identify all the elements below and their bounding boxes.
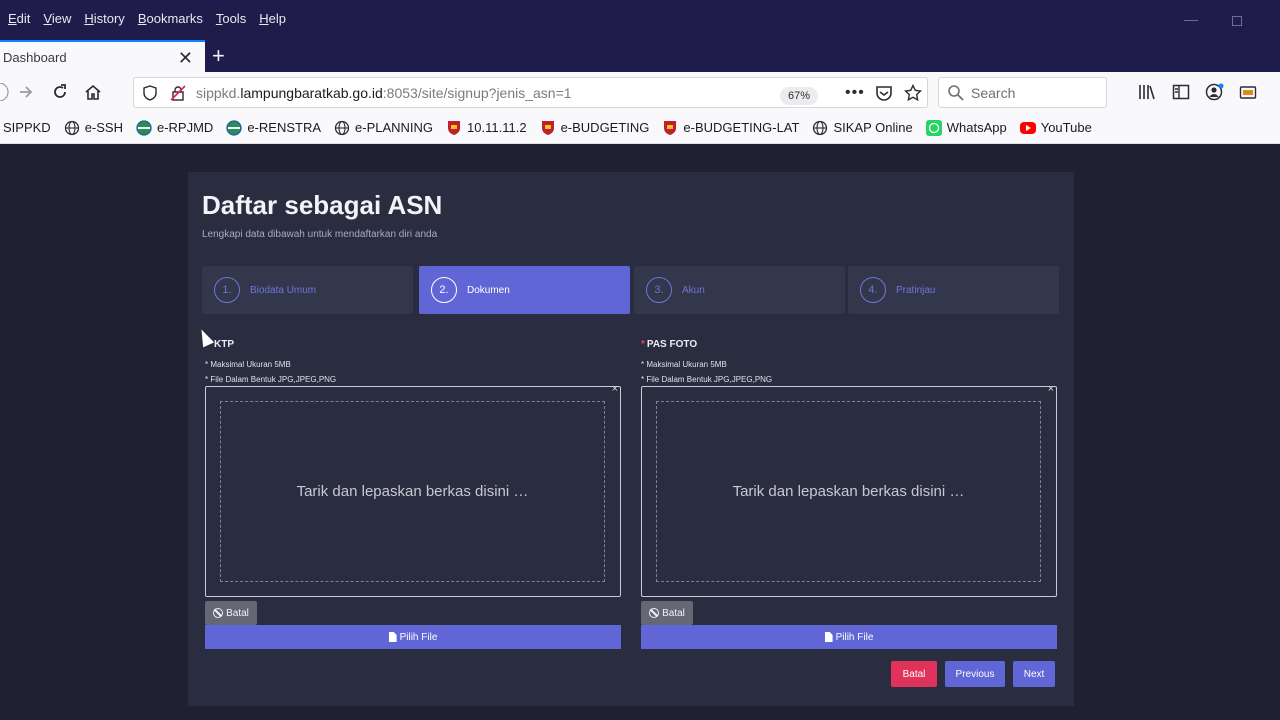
minimize-icon[interactable] xyxy=(1184,12,1198,21)
shield-icon xyxy=(540,120,556,136)
menu-bookmarks[interactable]: Bookmarks xyxy=(138,11,203,26)
account-icon[interactable] xyxy=(1205,83,1225,106)
url-text[interactable]: sippkd.lampungbaratkab.go.id:8053/site/s… xyxy=(196,85,572,101)
menu-help[interactable]: Help xyxy=(259,11,286,26)
pocket-icon[interactable] xyxy=(875,84,893,107)
pas-foto-format-note: * File Dalam Bentuk JPG,JPEG,PNG xyxy=(641,375,773,384)
forward-icon[interactable] xyxy=(14,80,38,104)
bookmark-e-budgeting[interactable]: e-BUDGETING xyxy=(540,120,649,136)
page-title: Daftar sebagai ASN xyxy=(202,190,443,220)
globe-icon xyxy=(334,120,350,136)
tab-title: Dashboard xyxy=(3,49,67,65)
reload-icon[interactable] xyxy=(48,80,72,104)
step-label: Dokumen xyxy=(467,284,510,296)
extension-icon[interactable] xyxy=(1239,83,1257,106)
page-actions-icon[interactable]: ••• xyxy=(845,84,865,102)
pas-foto-size-note: * Maksimal Ukuran 5MB xyxy=(641,360,727,369)
ban-icon xyxy=(213,608,224,618)
new-tab-icon[interactable]: + xyxy=(212,43,225,69)
ktp-cancel-button[interactable]: Batal xyxy=(205,601,257,625)
search-input[interactable] xyxy=(971,84,1091,101)
bookmarks-toolbar: SIPPKD e-SSH e-RPJMD e-RENSTRA e-PLANNIN… xyxy=(0,112,1280,144)
step-label: Akun xyxy=(682,284,705,296)
cancel-button[interactable]: Batal xyxy=(891,661,937,687)
close-tab-icon[interactable]: ✕ xyxy=(178,48,193,69)
bookmark-youtube[interactable]: YouTube xyxy=(1019,120,1092,135)
bookmark-10-11-11-2[interactable]: 10.11.11.2 xyxy=(446,120,527,136)
ktp-dropzone[interactable]: × Tarik dan lepaskan berkas disini … xyxy=(205,383,621,597)
menu-edit[interactable]: Edit xyxy=(8,11,30,26)
bookmark-e-budgeting-lat[interactable]: e-BUDGETING-LAT xyxy=(662,120,799,136)
site-icon xyxy=(136,119,152,136)
url-bar[interactable]: sippkd.lampungbaratkab.go.id:8053/site/s… xyxy=(133,77,928,108)
ktp-size-note: * Maksimal Ukuran 5MB xyxy=(205,360,291,369)
menu-tools[interactable]: Tools xyxy=(216,11,246,26)
tab-strip: Dashboard ✕ + xyxy=(0,36,1280,72)
step-number: 3. xyxy=(646,277,672,303)
ktp-drop-text: Tarik dan lepaskan berkas disini … xyxy=(220,401,605,582)
ktp-label: KTP xyxy=(214,339,234,350)
nav-bar: sippkd.lampungbaratkab.go.id:8053/site/s… xyxy=(0,72,1280,112)
restore-icon[interactable] xyxy=(1232,16,1242,26)
signup-card: Daftar sebagai ASN Lengkapi data dibawah… xyxy=(188,172,1074,706)
bookmark-whatsapp[interactable]: WhatsApp xyxy=(925,119,1007,136)
bookmark-e-renstra[interactable]: e-RENSTRA xyxy=(226,119,321,136)
home-icon[interactable] xyxy=(81,80,105,104)
remove-file-icon[interactable]: × xyxy=(1048,383,1054,395)
pas-foto-cancel-button[interactable]: Batal xyxy=(641,601,693,625)
pas-foto-choose-file-button[interactable]: Pilih File xyxy=(641,625,1057,649)
bookmark-e-ssh[interactable]: e-SSH xyxy=(64,120,123,136)
youtube-icon xyxy=(1019,121,1036,134)
pas-foto-dropzone[interactable]: × Tarik dan lepaskan berkas disini … xyxy=(641,383,1057,597)
menu-bar: Edit View History Bookmarks Tools Help xyxy=(0,0,1280,36)
page-subtitle: Lengkapi data dibawah untuk mendaftarkan… xyxy=(202,229,438,240)
library-icon[interactable] xyxy=(1138,83,1156,106)
step-number: 4. xyxy=(860,277,886,303)
sidebar-icon[interactable] xyxy=(1172,83,1190,106)
step-number: 2. xyxy=(431,277,457,303)
ktp-choose-file-button[interactable]: Pilih File xyxy=(205,625,621,649)
menu-history[interactable]: History xyxy=(84,11,124,26)
ban-icon xyxy=(649,608,660,618)
step-biodata-umum[interactable]: 1. Biodata Umum xyxy=(202,266,413,314)
search-bar[interactable] xyxy=(938,77,1107,108)
shield-icon xyxy=(446,120,462,136)
step-number: 1. xyxy=(214,277,240,303)
step-label: Pratinjau xyxy=(896,284,936,296)
pas-foto-drop-text: Tarik dan lepaskan berkas disini … xyxy=(656,401,1041,582)
pas-foto-label: * PAS FOTO xyxy=(641,339,698,350)
step-dokumen[interactable]: 2. Dokumen xyxy=(419,266,630,314)
bookmark-e-rpjmd[interactable]: e-RPJMD xyxy=(136,119,213,136)
tab-dashboard[interactable]: Dashboard ✕ xyxy=(0,40,205,72)
file-icon xyxy=(824,632,833,642)
remove-file-icon[interactable]: × xyxy=(612,383,618,395)
zoom-indicator[interactable]: 67% xyxy=(780,87,819,105)
site-icon xyxy=(226,119,242,136)
bookmark-star-icon[interactable] xyxy=(903,83,923,107)
insecure-lock-icon[interactable] xyxy=(170,85,186,106)
shield-icon xyxy=(662,120,678,136)
step-akun[interactable]: 3. Akun xyxy=(634,266,845,314)
file-icon xyxy=(388,632,397,642)
search-icon xyxy=(947,84,965,107)
whatsapp-icon xyxy=(925,119,942,136)
globe-icon xyxy=(812,120,828,136)
step-label: Biodata Umum xyxy=(250,284,317,296)
shield-icon[interactable] xyxy=(142,85,158,106)
bookmark-sippkd[interactable]: SIPPKD xyxy=(3,120,51,135)
step-pratinjau[interactable]: 4. Pratinjau xyxy=(848,266,1059,314)
globe-icon xyxy=(64,120,80,136)
previous-button[interactable]: Previous xyxy=(945,661,1005,687)
bookmark-sikap-online[interactable]: SIKAP Online xyxy=(812,120,913,136)
ktp-format-note: * File Dalam Bentuk JPG,JPEG,PNG xyxy=(205,375,337,384)
menu-view[interactable]: View xyxy=(43,11,71,26)
next-button[interactable]: Next xyxy=(1013,661,1055,687)
bookmark-e-planning[interactable]: e-PLANNING xyxy=(334,120,433,136)
